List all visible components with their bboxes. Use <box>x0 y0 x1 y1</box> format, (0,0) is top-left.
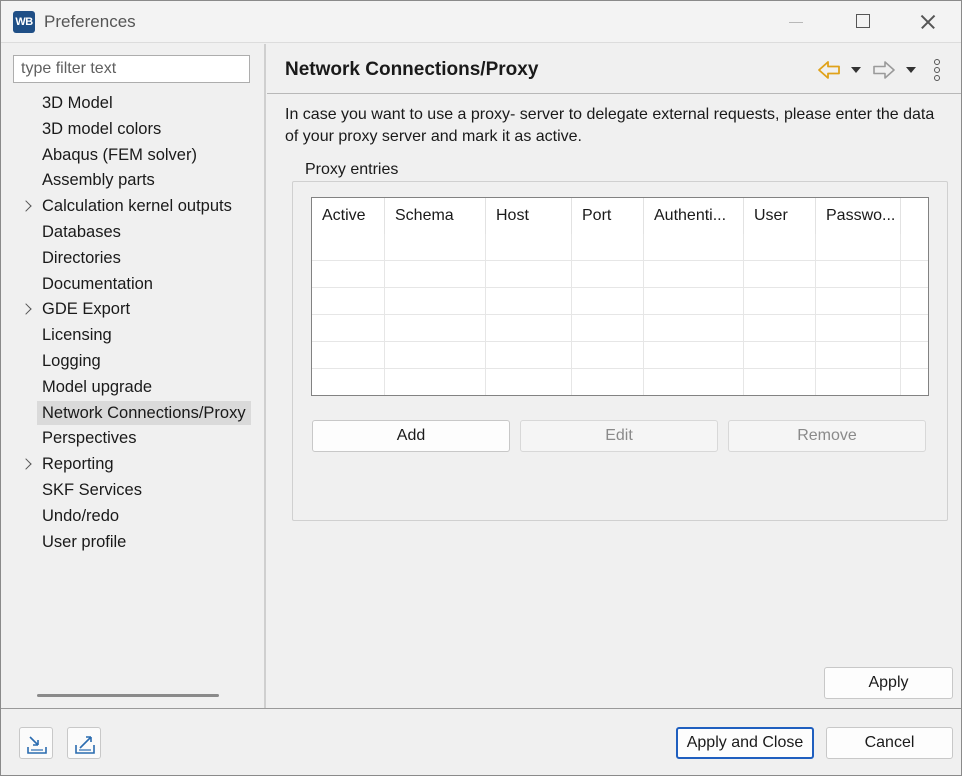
column-header[interactable]: Schema <box>385 198 486 234</box>
tree-item-label: GDE Export <box>42 300 131 319</box>
tree-item[interactable]: Directories <box>13 246 251 270</box>
forward-arrow-icon[interactable] <box>872 59 896 81</box>
tree-item[interactable]: Reporting <box>13 452 251 476</box>
tree-item-label: Assembly parts <box>42 171 155 190</box>
forward-history-dropdown-icon[interactable] <box>904 59 918 81</box>
dialog-footer <box>1 709 961 775</box>
column-header[interactable]: Active <box>312 198 385 234</box>
remove-button[interactable]: Remove <box>728 420 926 452</box>
tree-item[interactable]: 3D model colors <box>13 117 251 141</box>
tree-item-label: Reporting <box>42 455 114 474</box>
row-gridline <box>312 314 928 315</box>
tree-item[interactable]: Network Connections/Proxy <box>13 400 251 425</box>
tree-item-label: User profile <box>42 532 127 551</box>
tree-item-label: Abaqus (FEM solver) <box>42 145 197 164</box>
cancel-button[interactable]: Cancel <box>826 727 953 759</box>
tree-item[interactable]: Model upgrade <box>13 375 251 399</box>
row-gridline <box>312 260 928 261</box>
back-arrow-icon[interactable] <box>817 59 841 81</box>
close-icon[interactable] <box>905 1 951 43</box>
add-button[interactable]: Add <box>312 420 510 452</box>
tree-item[interactable]: Abaqus (FEM solver) <box>13 143 251 167</box>
tree-item[interactable]: Assembly parts <box>13 168 251 192</box>
preferences-tree: 3D Model 3D model colors Abaqus (FEM solve… <box>13 91 251 681</box>
scrollbar-thumb[interactable] <box>37 694 219 697</box>
preferences-window: WB Preferences 3D Model 3D model colors Ab… <box>0 0 962 776</box>
maximize-icon[interactable] <box>841 1 887 43</box>
row-gridline <box>312 368 928 369</box>
tree-item-label: Logging <box>42 352 101 370</box>
tree-horizontal-scrollbar[interactable] <box>13 685 251 707</box>
tree-item-label: Calculation kernel outputs <box>42 197 232 216</box>
tree-item-label: SKF Services <box>42 481 142 499</box>
chevron-right-icon[interactable] <box>21 303 33 315</box>
apply-and-close-button[interactable]: Apply and Close <box>676 727 814 759</box>
pane-splitter[interactable] <box>264 44 266 708</box>
page-title: Network Connections/Proxy <box>285 59 539 80</box>
edit-button[interactable]: Edit <box>520 420 718 452</box>
column-header[interactable]: User <box>744 198 816 234</box>
tree-item[interactable]: 3D Model <box>13 91 251 115</box>
export-button[interactable] <box>67 727 101 759</box>
column-header[interactable]: Port <box>572 198 644 234</box>
more-vertical-icon[interactable] <box>930 59 944 83</box>
tree-item-label: Directories <box>42 248 121 267</box>
tree-item-label: Licensing <box>42 326 112 345</box>
title-bar: WB Preferences <box>1 1 961 43</box>
filter-input[interactable] <box>13 55 250 83</box>
tree-item-label: 3D Model <box>42 94 113 112</box>
window-title: Preferences <box>44 12 136 31</box>
tree-item[interactable]: Undo/redo <box>13 504 251 528</box>
proxy-entries-label: Proxy entries <box>301 161 403 179</box>
tree-item[interactable]: Perspectives <box>13 426 251 450</box>
column-header[interactable]: Passwo... <box>816 198 901 234</box>
page-description: In case you want to use a proxy- server … <box>285 106 935 145</box>
tree-item-label: 3D model colors <box>42 119 162 138</box>
tree-item[interactable]: SKF Services <box>13 478 251 502</box>
proxy-entries-table[interactable]: Active Schema Host Port Authenti... User Passw… <box>311 197 929 396</box>
app-icon: WB <box>13 11 35 33</box>
column-header[interactable]: Authenti... <box>644 198 744 234</box>
tree-item[interactable]: Licensing <box>13 323 251 347</box>
tree-item[interactable]: Calculation kernel outputs <box>13 194 251 218</box>
row-gridline <box>312 287 928 288</box>
tree-item[interactable]: User profile <box>13 530 251 554</box>
minimize-icon[interactable] <box>773 1 819 43</box>
chevron-right-icon[interactable] <box>21 200 33 212</box>
column-header[interactable]: Host <box>486 198 572 234</box>
tree-item[interactable]: Documentation <box>13 272 251 296</box>
row-gridline <box>312 341 928 342</box>
chevron-right-icon[interactable] <box>21 458 33 470</box>
tree-item[interactable]: Databases <box>13 220 251 244</box>
tree-item-label: Documentation <box>42 274 153 293</box>
tree-item[interactable]: Logging <box>13 349 251 373</box>
back-history-dropdown-icon[interactable] <box>849 59 863 81</box>
tree-item-label: Databases <box>42 223 121 241</box>
apply-button[interactable]: Apply <box>824 667 953 699</box>
tree-item-label: Model upgrade <box>42 377 153 396</box>
tree-item-label: Perspectives <box>42 429 137 448</box>
table-header: Active Schema Host Port Authenti... User Passw… <box>312 198 928 234</box>
tree-item-label: Network Connections/Proxy <box>42 403 246 422</box>
tree-item[interactable]: GDE Export <box>13 297 251 321</box>
import-button[interactable] <box>19 727 53 759</box>
tree-item-label: Undo/redo <box>42 506 120 525</box>
